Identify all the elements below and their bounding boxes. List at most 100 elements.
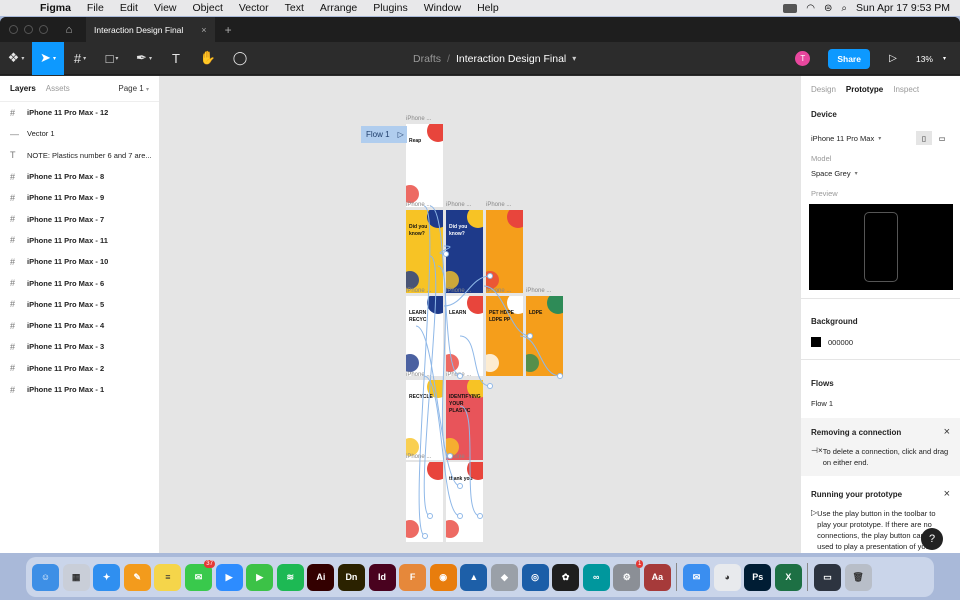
file-name[interactable]: Interaction Design Final — [456, 53, 566, 65]
move-tool-button[interactable]: ➤ ▾ — [32, 41, 64, 75]
facetime-icon[interactable]: ▶ — [246, 563, 274, 591]
menu-vector[interactable]: Vector — [231, 2, 277, 14]
frame-label[interactable]: iPhone ... — [406, 288, 431, 294]
excel-icon[interactable]: X — [774, 563, 802, 591]
blender-icon[interactable]: ◉ — [429, 563, 457, 591]
wifi-icon[interactable]: ◠ — [806, 3, 815, 14]
menu-app-name[interactable]: Figma — [32, 2, 79, 14]
connection-node[interactable] — [487, 383, 493, 389]
menu-help[interactable]: Help — [469, 2, 507, 14]
layer-item[interactable]: T NOTE: Plastics number 6 and 7 are... — [0, 145, 159, 166]
iphone-frame[interactable]: PET HDPE LDPE PP — [486, 296, 523, 376]
iphone-frame[interactable]: IDENTIFYING YOUR PLASTIC — [446, 380, 483, 460]
tab-layers[interactable]: Layers — [10, 84, 36, 93]
aperture-icon[interactable]: ◎ — [521, 563, 549, 591]
layer-item[interactable]: # iPhone 11 Pro Max - 7 — [0, 208, 159, 229]
flow-starting-point[interactable]: Flow 1 ▷ — [361, 126, 407, 143]
new-tab-icon[interactable]: + — [215, 23, 232, 37]
iphone-frame[interactable]: Did you know? — [446, 210, 483, 293]
play-icon[interactable]: ▷ — [398, 130, 404, 139]
frame-label[interactable]: iPhone ... — [446, 202, 471, 208]
indesign-icon[interactable]: Id — [368, 563, 396, 591]
hand-tool-button[interactable]: ✋ — [192, 42, 224, 75]
zoom-level[interactable]: 13% — [916, 54, 933, 64]
iphone-frame[interactable]: LEARN RECYC — [406, 296, 443, 376]
portrait-orientation-icon[interactable]: ▯ — [916, 131, 932, 145]
tab-design[interactable]: Design — [811, 85, 836, 94]
frame-tool-button[interactable]: # ▾ — [64, 42, 96, 75]
screen-icon[interactable]: ▭ — [814, 563, 842, 591]
notes-icon[interactable]: ≡ — [154, 563, 182, 591]
frame-label[interactable]: iPhone ... — [406, 116, 431, 122]
menu-arrange[interactable]: Arrange — [312, 2, 365, 14]
iphone-frame[interactable]: RECYCLE — [406, 380, 443, 460]
help-button[interactable]: ? — [921, 528, 943, 550]
home-icon[interactable]: ⌂ — [58, 24, 80, 36]
device-select[interactable]: iPhone 11 Pro Max — [811, 134, 874, 143]
chevron-down-icon[interactable]: ▾ — [855, 170, 858, 177]
chevron-down-icon[interactable]: ▾ — [878, 135, 881, 142]
iphone-frame[interactable]: thank you — [446, 462, 483, 542]
page-selector[interactable]: Page 1 ▾ — [118, 84, 149, 93]
control-center-icon[interactable]: ⊜ — [824, 3, 832, 14]
file-tab[interactable]: Interaction Design Final × — [86, 17, 215, 42]
layer-item[interactable]: # iPhone 11 Pro Max - 12 — [0, 102, 159, 123]
model-select[interactable]: Space Grey — [811, 169, 851, 178]
pages-icon[interactable]: ✎ — [123, 563, 151, 591]
minimize-window-button[interactable] — [24, 25, 33, 34]
search-icon[interactable]: ⌕ — [841, 3, 847, 14]
landscape-orientation-icon[interactable]: ▭ — [934, 131, 950, 145]
tab-assets[interactable]: Assets — [46, 84, 70, 93]
iphone-frame[interactable] — [406, 462, 443, 542]
sketchup-icon[interactable]: ▲ — [460, 563, 488, 591]
frame-label[interactable]: iPhone ... — [446, 454, 471, 460]
iphone-frame[interactable]: LEARN — [446, 296, 483, 376]
layer-item[interactable]: # iPhone 11 Pro Max - 5 — [0, 294, 159, 315]
layer-item[interactable]: # iPhone 11 Pro Max - 4 — [0, 315, 159, 336]
layer-item[interactable]: # iPhone 11 Pro Max - 1 — [0, 379, 159, 400]
layer-item[interactable]: # iPhone 11 Pro Max - 2 — [0, 358, 159, 379]
flow-item[interactable]: Flow 1 — [811, 399, 950, 408]
text-tool-button[interactable]: T — [160, 42, 192, 75]
illustrator-icon[interactable]: Ai — [307, 563, 335, 591]
shape-tool-button[interactable]: □ ▾ — [96, 42, 128, 75]
zoom-icon[interactable]: ▶ — [215, 563, 243, 591]
dimension-icon[interactable]: Dn — [337, 563, 365, 591]
avatar[interactable]: T — [795, 51, 811, 66]
layer-item[interactable]: # iPhone 11 Pro Max - 9 — [0, 187, 159, 208]
chrome-icon[interactable]: ◕ — [713, 563, 741, 591]
chevron-down-icon[interactable]: ▾ — [943, 55, 946, 62]
menu-object[interactable]: Object — [185, 2, 231, 14]
pen-tool-button[interactable]: ✒ ▾ — [128, 42, 160, 75]
layer-item[interactable]: # iPhone 11 Pro Max - 3 — [0, 336, 159, 357]
frame-label[interactable]: iPhone ... — [446, 288, 471, 294]
menubar-clock[interactable]: Sun Apr 17 9:53 PM — [856, 2, 950, 14]
chevron-down-icon[interactable]: ▾ — [572, 54, 576, 63]
iphone-frame[interactable]: LDPE — [526, 296, 563, 376]
background-hex-input[interactable]: 000000 — [828, 338, 853, 347]
breadcrumb-drafts[interactable]: Drafts — [413, 53, 441, 65]
rhino-icon[interactable]: ◆ — [490, 563, 518, 591]
frame-label[interactable]: iPhone ... — [406, 372, 431, 378]
canvas[interactable]: iPhone ... Reap iPhone ... Did you know? iPh… — [160, 76, 800, 553]
close-icon[interactable]: × — [944, 488, 950, 500]
mail-icon[interactable]: ✉ — [683, 563, 711, 591]
photoshop-icon[interactable]: Ps — [744, 563, 772, 591]
menu-plugins[interactable]: Plugins — [365, 2, 415, 14]
dictionary-icon[interactable]: Aa — [643, 563, 671, 591]
layer-item[interactable]: # iPhone 11 Pro Max - 10 — [0, 251, 159, 272]
menu-file[interactable]: File — [79, 2, 112, 14]
frame-label[interactable]: iPhone ... — [486, 288, 511, 294]
share-button[interactable]: Share — [828, 48, 870, 69]
background-swatch[interactable] — [811, 337, 821, 347]
trash-icon[interactable]: 🗑 — [844, 563, 872, 591]
menu-view[interactable]: View — [146, 2, 185, 14]
spotify-icon[interactable]: ≋ — [276, 563, 304, 591]
arduino-icon[interactable]: ∞ — [582, 563, 610, 591]
close-icon[interactable]: × — [944, 426, 950, 438]
frame-label[interactable]: iPhone ... — [406, 454, 431, 460]
comment-tool-button[interactable]: ◯ — [224, 42, 256, 75]
layer-item[interactable]: — Vector 1 — [0, 123, 159, 144]
finder-icon[interactable]: ☺ — [32, 563, 59, 591]
frame-label[interactable]: iPhone ... — [406, 202, 431, 208]
